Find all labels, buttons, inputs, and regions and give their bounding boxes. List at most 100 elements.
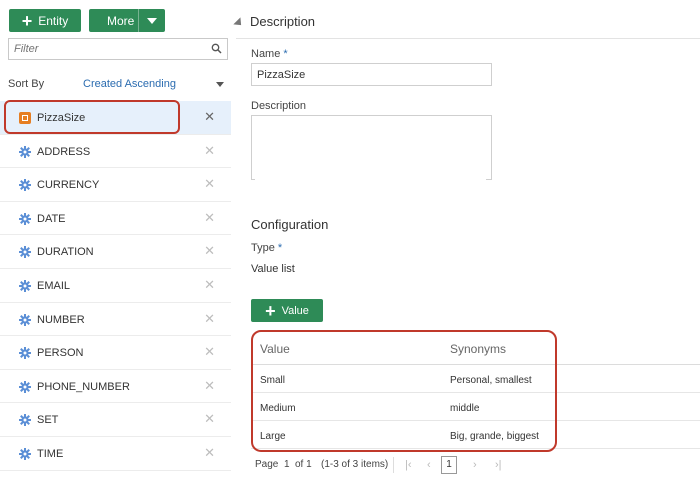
close-icon[interactable]: ✕ [204,176,215,192]
next-page-icon[interactable]: › [473,459,477,471]
gear-icon [19,246,31,259]
type-label: Type * [251,242,283,254]
entity-name: DATE [37,212,66,225]
value-cell: Medium [260,403,296,414]
configuration-title: Configuration [251,217,329,232]
description-label: Description [251,100,307,112]
column-header-value[interactable]: Value [260,342,290,356]
entity-list-item[interactable]: PHONE_NUMBER ✕ [0,370,231,404]
entity-list-item[interactable]: DURATION ✕ [0,235,231,269]
close-icon[interactable]: ✕ [204,378,215,394]
gear-icon [19,179,31,192]
synonyms-cell: middle [450,403,480,414]
plus-icon: + [265,300,276,321]
entity-list-item[interactable]: NUMBER ✕ [0,303,231,337]
entity-name: PHONE_NUMBER [37,380,130,393]
close-icon[interactable]: ✕ [204,109,215,125]
gear-icon [19,447,31,460]
entity-list: PizzaSize ✕ ADDRESS ✕ CURRENCY ✕ DATE ✕ DURATION… [0,101,231,471]
table-row[interactable]: Small Personal, smallest [251,365,700,393]
add-value-button[interactable]: + Value [251,299,323,322]
gear-icon [19,279,31,292]
synonyms-cell: Big, grande, biggest [450,431,539,442]
page-button[interactable]: 1 [441,456,457,474]
entity-list-item[interactable]: CURRENCY ✕ [0,168,231,202]
filter-field[interactable] [8,38,228,60]
values-table: Value Synonyms Small Personal, smallest … [251,334,700,449]
gear-icon [19,380,31,393]
name-label: Name * [251,48,288,60]
item-range: (1-3 of 3 items) [321,459,389,470]
entity-list-item[interactable]: PizzaSize ✕ [0,101,231,135]
add-value-label: Value [281,304,309,317]
gear-icon [19,313,31,326]
required-marker: * [283,48,288,60]
entity-name: EMAIL [37,279,71,292]
description-section-header[interactable]: Description [233,14,316,29]
entity-name: TIME [37,447,64,460]
synonyms-cell: Personal, smallest [450,375,532,386]
entity-name: NUMBER [37,313,85,326]
divider [236,38,700,39]
entity-detail-panel: Description Name* Description Configurat… [232,0,700,481]
entity-list-item[interactable]: ADDRESS ✕ [0,135,231,169]
close-icon[interactable]: ✕ [204,344,215,360]
custom-entity-icon [19,112,31,124]
add-entity-label: Entity [38,13,69,28]
entity-list-item[interactable]: SET ✕ [0,403,231,437]
close-icon[interactable]: ✕ [204,411,215,427]
plus-icon: + [21,10,33,31]
table-row[interactable]: Medium middle [251,393,700,421]
description-field[interactable] [251,115,492,183]
gear-icon [19,212,31,225]
more-button[interactable]: More [89,9,165,32]
table-row[interactable]: Large Big, grande, biggest [251,421,700,449]
entity-name: ADDRESS [37,145,91,158]
name-field[interactable] [251,63,492,86]
page-label: Page [255,459,279,470]
last-page-icon[interactable]: ›| [495,459,502,471]
entity-name: SET [37,414,59,427]
description-textarea[interactable] [255,119,487,183]
sort-by-value[interactable]: Created Ascending [83,78,176,90]
close-icon[interactable]: ✕ [204,277,215,293]
sort-by-label: Sort By [8,78,45,90]
gear-icon [19,145,31,158]
entity-name: PizzaSize [37,112,86,124]
add-entity-button[interactable]: + Entity [9,9,81,32]
entity-list-item[interactable]: PERSON ✕ [0,336,231,370]
collapse-triangle-icon[interactable] [233,16,245,29]
close-icon[interactable]: ✕ [204,311,215,327]
close-icon[interactable]: ✕ [204,445,215,461]
page-count: of 1 [295,459,312,470]
entity-list-item[interactable]: DATE ✕ [0,202,231,236]
value-cell: Small [260,375,286,386]
table-header-row: Value Synonyms [251,334,700,365]
current-page: 1 [284,459,290,470]
entity-name: DURATION [37,246,94,259]
entity-list-item[interactable]: TIME ✕ [0,437,231,471]
sort-dropdown-icon[interactable] [216,82,224,87]
description-section-title: Description [250,14,316,29]
required-marker: * [277,242,283,254]
close-icon[interactable]: ✕ [204,210,215,226]
column-header-synonyms[interactable]: Synonyms [450,342,506,356]
entity-name: CURRENCY [37,179,100,192]
prev-page-icon[interactable]: ‹ [427,459,431,471]
value-cell: Large [260,431,286,442]
filter-input[interactable] [14,40,204,58]
type-value: Value list [251,263,295,275]
more-label: More [107,13,135,28]
entity-name: PERSON [37,347,84,360]
entity-panel: + Entity More Sort By Created Ascending … [0,0,232,481]
chevron-down-icon[interactable] [147,18,157,24]
gear-icon [19,414,31,427]
close-icon[interactable]: ✕ [204,143,215,159]
gear-icon [19,347,31,360]
first-page-icon[interactable]: |‹ [405,459,412,471]
search-icon[interactable] [211,43,222,54]
name-input[interactable] [257,69,473,81]
sort-by-row[interactable]: Sort By Created Ascending [8,78,230,92]
close-icon[interactable]: ✕ [204,243,215,259]
entity-list-item[interactable]: EMAIL ✕ [0,269,231,303]
